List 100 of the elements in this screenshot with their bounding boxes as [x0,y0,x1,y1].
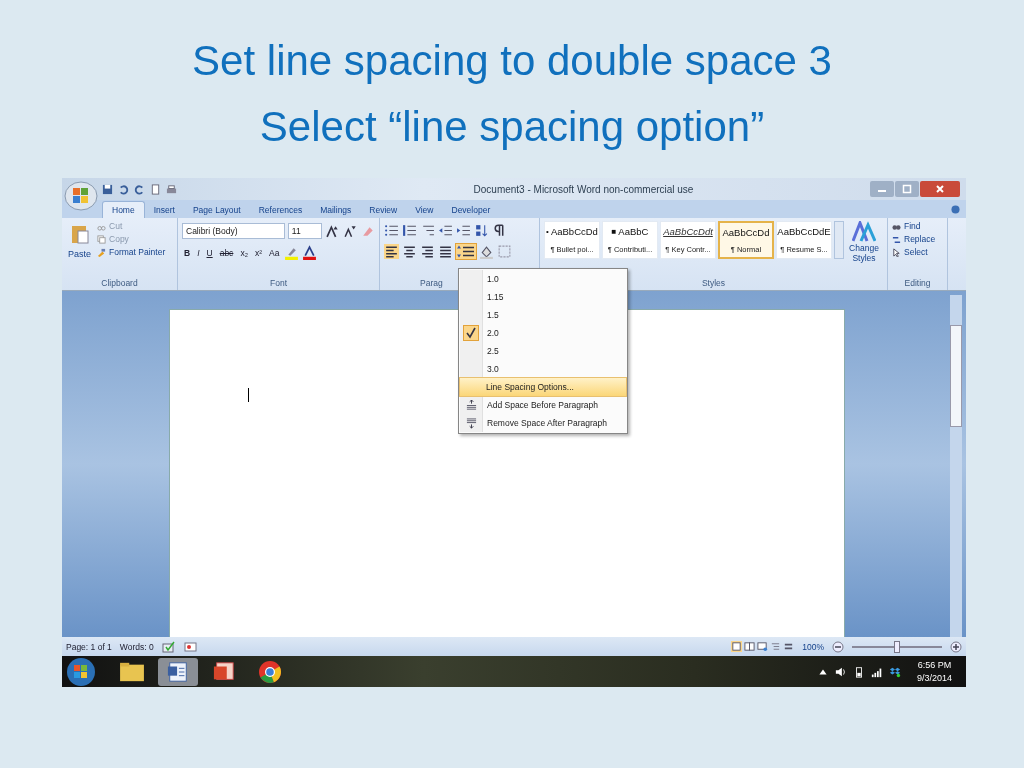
format-painter-button[interactable]: Format Painter [97,247,166,257]
brush-icon [97,247,106,257]
menu-item[interactable]: 2.5 [460,342,626,360]
style-preview: AaBbCcDdt [663,226,713,237]
style-preview: AaBbC [618,226,649,237]
format-button[interactable]: x² [252,247,265,258]
format-button[interactable]: I [195,247,202,258]
increase-indent-icon[interactable] [456,223,471,238]
menu-item[interactable]: 2.0 [460,324,626,342]
shrink-font-icon[interactable] [342,223,358,239]
ribbon-tab[interactable]: Page Layout [183,202,250,218]
group-label: Parag [420,278,443,290]
style-marker: ■ [611,227,617,236]
redo-icon[interactable] [134,183,145,195]
close-button[interactable] [920,181,960,197]
clock-time[interactable]: 6:56 PM [917,658,952,672]
help-icon[interactable] [951,204,960,214]
style-preview: AaBbCcDd [550,226,598,237]
menu-item[interactable]: 1.15 [460,288,626,306]
space-before-icon [465,399,477,411]
space-after-icon [465,417,477,429]
ribbon-tab[interactable]: Developer [442,202,500,218]
ribbon-tab[interactable]: Insert [144,202,184,218]
format-button[interactable]: B [182,247,193,258]
macro-icon[interactable] [183,640,198,653]
group-label: Clipboard [100,278,139,290]
paste-button[interactable]: Paste [66,221,93,261]
outline-icon[interactable] [770,641,782,652]
style-marker: • [546,227,549,236]
word-count[interactable]: Words: 0 [119,641,154,652]
grow-font-icon[interactable] [324,223,340,239]
text-cursor [248,388,249,402]
undo-icon[interactable] [118,183,129,195]
save-icon[interactable] [102,183,113,195]
zoom-level[interactable]: 100% [802,641,824,652]
clipboard-icon [69,223,90,245]
slide-title: Select “line spacing option” [259,102,765,152]
new-document-icon[interactable] [150,183,161,195]
style-preview: AaBbCcDd [722,226,770,238]
restore-icon [902,184,912,194]
menu-item[interactable]: 3.0 [460,360,626,378]
zoom-slider-thumb[interactable] [894,640,900,653]
find-button[interactable]: Find [892,221,943,231]
clock-date[interactable]: 9/3/2014 [916,671,952,685]
close-icon [935,184,945,194]
menu-item[interactable]: Line Spacing Options... [460,378,626,396]
draft-icon[interactable] [783,641,795,652]
shading-icon[interactable] [479,244,494,259]
zoom-slider[interactable] [852,640,942,653]
align-center-icon[interactable] [402,244,417,259]
decrease-indent-icon[interactable] [438,223,453,238]
gallery-scrollbar[interactable] [834,221,844,259]
reading-layout-icon[interactable] [744,641,756,652]
copy-icon [97,234,106,244]
speaker-icon[interactable] [834,665,847,678]
zoom-out-button[interactable] [832,640,844,653]
zoom-in-button[interactable] [950,640,962,653]
ribbon-tab[interactable]: Mailings [311,202,361,218]
start-button[interactable] [66,656,96,687]
format-button[interactable]: abc [217,247,236,258]
format-button[interactable]: x₂ [238,247,250,258]
menu-item[interactable]: Add Space Before Paragraph [460,396,626,414]
change-styles-button[interactable]: Change Styles [846,221,882,263]
select-button[interactable]: Select [892,247,943,257]
web-layout-icon[interactable] [757,641,769,652]
cursor-icon [892,247,901,257]
multilevel-list-icon[interactable] [420,223,435,238]
ribbon-tab[interactable]: Home [102,201,145,218]
print-layout-icon[interactable] [731,641,743,652]
line-spacing-icon[interactable] [456,244,476,259]
align-left-icon[interactable] [384,244,399,259]
sort-icon[interactable] [474,223,489,238]
window-title: Document3 - Microsoft Word non-commercial use [472,183,695,195]
font-size-field[interactable]: 11 [287,223,322,239]
group-label: Font [269,278,288,290]
ribbon-tab[interactable]: Review [360,202,407,218]
menu-item[interactable]: 1.5 [460,306,626,324]
bullets-icon[interactable] [384,223,399,238]
font-name-field[interactable]: Calibri (Body) [182,223,285,239]
replace-icon [892,234,901,244]
style-preview: AaBbCcDdE [777,226,831,237]
page-count[interactable]: Page: 1 of 1 [66,641,112,652]
print-icon[interactable] [166,183,177,195]
menu-item[interactable]: 1.0 [460,270,626,288]
vertical-scrollbar[interactable] [950,295,962,637]
word-document-icon[interactable] [158,657,198,686]
justify-icon[interactable] [438,244,453,259]
font-color-icon[interactable] [302,245,318,260]
group-label: Editing [903,278,932,290]
proofing-icon[interactable] [161,640,176,653]
replace-button[interactable]: Replace [892,234,943,244]
menu-item[interactable]: Remove Space After Paragraph [460,414,626,432]
align-right-icon[interactable] [420,244,435,259]
ribbon-tab[interactable]: View [406,202,443,218]
format-button[interactable]: Aa [267,247,282,258]
slide-title: Set line spacing to double space 3 [192,36,832,86]
format-button[interactable]: U [204,247,215,258]
numbering-icon[interactable] [402,223,417,238]
ribbon-tab[interactable]: References [249,202,312,218]
styles-icon [852,221,876,243]
